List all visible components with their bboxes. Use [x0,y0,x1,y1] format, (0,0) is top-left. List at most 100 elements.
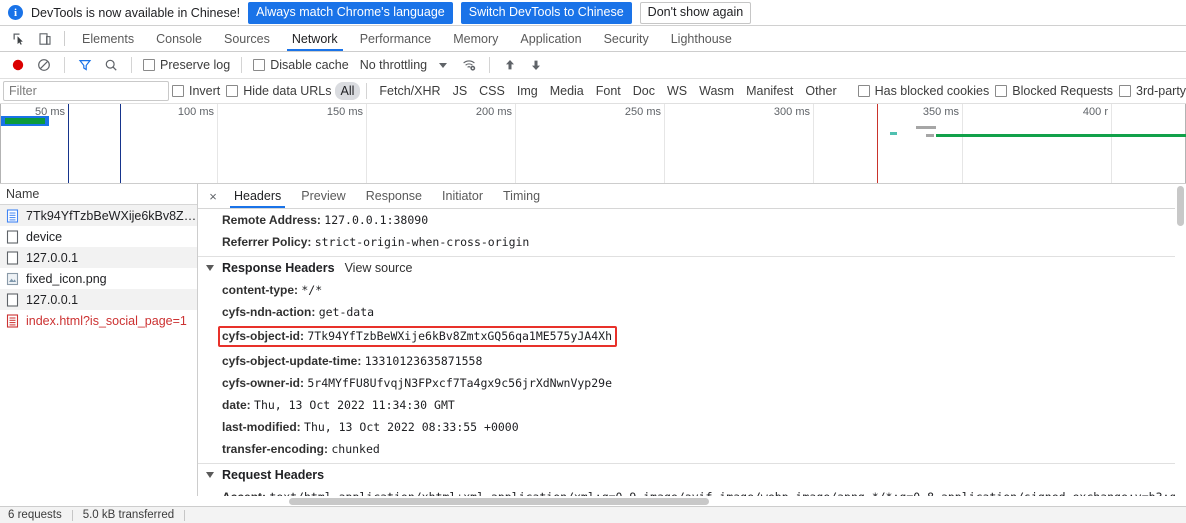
filter-input[interactable] [3,81,169,101]
device-toolbar-icon[interactable] [32,26,58,51]
table-row[interactable]: 7Tk94YfTzbBeWXije6kBv8Zmt… [0,205,197,226]
overview-request-bar [926,134,934,137]
tab-label: Memory [453,31,499,46]
export-har-icon[interactable] [524,54,548,76]
checkbox-box [143,59,155,71]
request-count: 6 requests [8,509,62,521]
request-name: 127.0.0.1 [26,292,79,307]
tab-elements[interactable]: Elements [71,26,145,51]
table-row[interactable]: index.html?is_social_page=1 [0,310,197,331]
table-row[interactable]: device [0,226,197,247]
tab-response[interactable]: Response [356,184,432,208]
filter-type-ws[interactable]: WS [661,82,693,100]
table-row[interactable]: 127.0.0.1 [0,247,197,268]
throttling-select[interactable]: No throttling [360,58,427,72]
dont-show-again-button[interactable]: Don't show again [639,1,752,24]
third-party-requests-checkbox[interactable]: 3rd-party requests [1116,84,1186,98]
triangle-down-icon[interactable] [206,265,214,271]
close-icon[interactable]: × [202,184,224,208]
has-blocked-cookies-checkbox[interactable]: Has blocked cookies [855,84,993,98]
details-vertical-scrollbar[interactable] [1175,184,1186,506]
filter-type-font[interactable]: Font [590,82,627,100]
disable-cache-checkbox[interactable]: Disable cache [250,58,352,72]
tab-initiator[interactable]: Initiator [432,184,493,208]
tab-label: Elements [82,31,135,46]
filter-type-wasm[interactable]: Wasm [693,82,740,100]
request-list-header[interactable]: Name [0,184,197,205]
table-row[interactable]: 127.0.0.1 [0,289,197,310]
info-icon: i [8,5,23,20]
filter-bar: Invert Hide data URLs All Fetch/XHR JS C… [0,79,1186,104]
scrollbar-thumb[interactable] [289,498,709,505]
import-har-icon[interactable] [498,54,522,76]
request-rows: 7Tk94YfTzbBeWXije6kBv8Zmt… device 127.0.… [0,205,197,506]
clear-button[interactable] [32,54,56,76]
overview-request-bar [916,126,936,129]
network-toolbar: Preserve log Disable cache No throttling [0,52,1186,79]
blocked-requests-checkbox[interactable]: Blocked Requests [992,84,1116,98]
overview-selection-window[interactable] [0,104,1186,183]
filter-type-js[interactable]: JS [447,82,474,100]
switch-devtools-language-button[interactable]: Switch DevTools to Chinese [460,1,632,24]
response-headers-section: Response Headers View source [198,256,1186,279]
details-tabbar: × Headers Preview Response Initiator Tim… [198,184,1186,209]
main-tabbar: Elements Console Sources Network Perform… [0,26,1186,52]
header-name: last-modified: [222,420,301,434]
toolbar-divider [131,57,132,73]
tab-lighthouse[interactable]: Lighthouse [660,26,743,51]
header-row: last-modified: Thu, 13 Oct 2022 08:33:55… [198,416,1186,438]
overview-request-bar [890,132,897,135]
overview-selection-load-bar [5,118,45,124]
tab-application[interactable]: Application [509,26,592,51]
tab-sources[interactable]: Sources [213,26,281,51]
invert-checkbox[interactable]: Invert [169,84,223,98]
checkbox-box [172,85,184,97]
tab-headers[interactable]: Headers [224,184,291,208]
tab-label: Network [291,31,338,46]
filter-type-manifest[interactable]: Manifest [740,82,799,100]
network-panel-split: Name 7Tk94YfTzbBeWXije6kBv8Zmt… device 1… [0,184,1186,506]
tab-network[interactable]: Network [281,26,349,51]
network-conditions-icon[interactable] [457,54,481,76]
request-headers-section: Request Headers [198,463,1186,486]
filter-divider [366,83,368,99]
header-value: get-data [318,305,375,319]
tab-memory[interactable]: Memory [442,26,509,51]
tab-security[interactable]: Security [593,26,660,51]
image-icon [6,272,19,286]
chevron-down-icon[interactable] [439,62,448,68]
request-name: device [26,229,63,244]
preserve-log-checkbox[interactable]: Preserve log [140,58,233,72]
filter-type-css[interactable]: CSS [473,82,511,100]
view-source-link[interactable]: View source [345,261,413,275]
tab-timing[interactable]: Timing [493,184,550,208]
network-overview-timeline[interactable]: 50 ms 100 ms 150 ms 200 ms 250 ms 300 ms… [0,104,1186,184]
search-icon[interactable] [99,54,123,76]
header-value: 127.0.0.1:38090 [324,213,429,227]
tab-preview[interactable]: Preview [291,184,355,208]
filter-type-img[interactable]: Img [511,82,544,100]
request-name: 7Tk94YfTzbBeWXije6kBv8Zmt… [26,208,197,223]
filter-type-other[interactable]: Other [799,82,842,100]
header-name: cyfs-object-update-time: [222,354,362,368]
filter-funnel-icon[interactable] [73,54,97,76]
filter-type-all[interactable]: All [334,82,361,100]
scrollbar-thumb[interactable] [1177,186,1184,226]
filter-type-fetch-xhr[interactable]: Fetch/XHR [373,82,446,100]
tab-label: Performance [359,31,432,46]
details-horizontal-scrollbar[interactable] [199,496,1186,506]
details-tab-label: Headers [234,189,282,203]
filter-type-media[interactable]: Media [544,82,590,100]
filter-type-doc[interactable]: Doc [627,82,661,100]
checkbox-box [226,85,239,97]
tab-performance[interactable]: Performance [349,26,443,51]
header-name: cyfs-object-id: [222,329,305,343]
inspect-element-icon[interactable] [6,26,32,51]
triangle-down-icon[interactable] [206,472,214,478]
hide-data-urls-checkbox[interactable]: Hide data URLs [223,84,334,98]
record-button[interactable] [6,54,30,76]
tab-console[interactable]: Console [145,26,213,51]
always-match-language-button[interactable]: Always match Chrome's language [248,1,453,24]
table-row[interactable]: fixed_icon.png [0,268,197,289]
details-tab-label: Response [365,189,423,203]
